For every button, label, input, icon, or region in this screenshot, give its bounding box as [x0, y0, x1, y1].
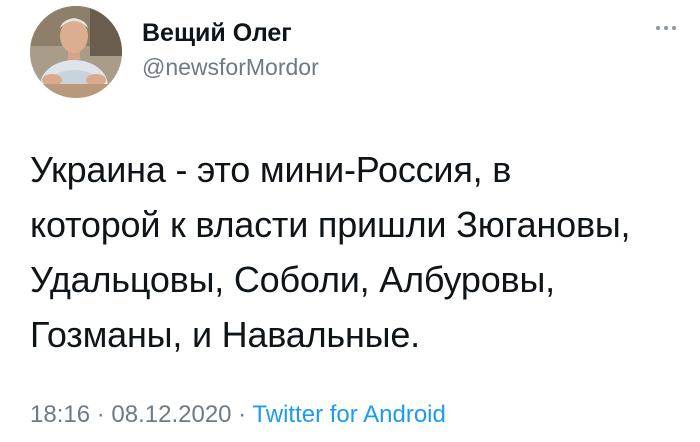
author-info: Вещий Олег @newsforMordor	[142, 18, 319, 82]
tweet-date[interactable]: 08.12.2020	[111, 401, 231, 428]
tweet-source-link[interactable]: Twitter for Android	[252, 401, 445, 428]
tweet-header: Вещий Олег @newsforMordor	[30, 6, 319, 98]
display-name[interactable]: Вещий Олег	[142, 18, 319, 48]
avatar[interactable]	[30, 6, 122, 98]
username-handle[interactable]: @newsforMordor	[142, 52, 319, 82]
tweet-text: Украина - это мини-Россия, в которой к в…	[30, 149, 631, 355]
avatar-image	[30, 6, 122, 98]
tweet-card: Вещий Олег @newsforMordor Украина - это …	[0, 0, 700, 442]
more-icon[interactable]	[654, 22, 678, 34]
tweet-time[interactable]: 18:16	[30, 401, 90, 428]
meta-separator: ·	[231, 401, 253, 428]
tweet-meta: 18:16 · 08.12.2020 · Twitter for Android	[30, 400, 446, 430]
meta-separator: ·	[90, 401, 112, 428]
